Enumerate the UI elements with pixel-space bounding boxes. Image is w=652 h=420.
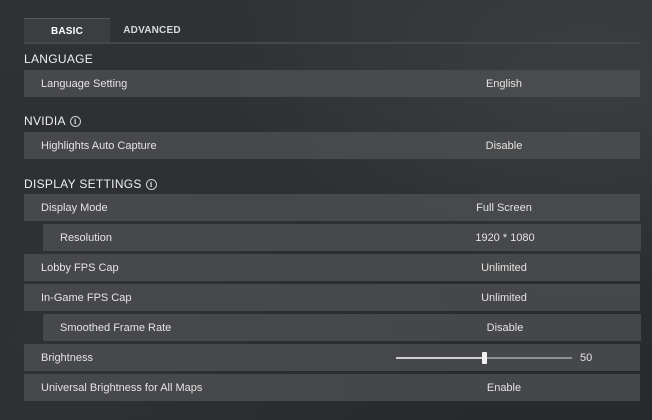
brightness-slider[interactable] bbox=[396, 352, 572, 364]
resolution-label: Resolution bbox=[60, 231, 112, 244]
resolution-value[interactable]: 1920 * 1080 bbox=[405, 232, 605, 244]
lobby-fps-cap-value[interactable]: Unlimited bbox=[404, 262, 604, 274]
in-game-fps-cap-value[interactable]: Unlimited bbox=[404, 292, 604, 304]
smoothed-frame-rate-label: Smoothed Frame Rate bbox=[60, 321, 172, 334]
row-universal-brightness[interactable]: Universal Brightness for All Maps Enable bbox=[24, 374, 640, 401]
in-game-fps-cap-label: In-Game FPS Cap bbox=[41, 291, 132, 304]
brightness-value: 50 bbox=[580, 351, 593, 364]
row-brightness: Brightness 50 bbox=[24, 344, 640, 371]
row-lobby-fps-cap[interactable]: Lobby FPS Cap Unlimited bbox=[24, 254, 640, 281]
nvidia-info-icon[interactable]: i bbox=[69, 115, 81, 127]
tab-bar: BASIC ADVANCED bbox=[0, 0, 652, 43]
universal-brightness-label: Universal Brightness for All Maps bbox=[41, 381, 203, 394]
section-title-nvidia: NVIDIA i bbox=[24, 114, 81, 128]
row-highlights-auto-capture[interactable]: Highlights Auto Capture Disable bbox=[24, 132, 640, 159]
display-mode-value[interactable]: Full Screen bbox=[404, 202, 604, 214]
brightness-label: Brightness bbox=[41, 351, 93, 364]
brightness-slider-fill bbox=[396, 357, 484, 359]
brightness-slider-thumb[interactable] bbox=[482, 352, 487, 364]
row-smoothed-frame-rate[interactable]: Smoothed Frame Rate Disable bbox=[42, 314, 641, 341]
highlights-auto-capture-label: Highlights Auto Capture bbox=[41, 139, 157, 152]
highlights-auto-capture-value[interactable]: Disable bbox=[404, 140, 604, 152]
section-title-display-text: DISPLAY SETTINGS bbox=[24, 177, 142, 191]
display-mode-label: Display Mode bbox=[41, 201, 108, 214]
tab-divider bbox=[24, 42, 640, 44]
row-resolution[interactable]: Resolution 1920 * 1080 bbox=[42, 224, 641, 251]
row-display-mode[interactable]: Display Mode Full Screen bbox=[24, 194, 640, 221]
section-title-language-text: LANGUAGE bbox=[24, 52, 94, 66]
language-setting-value[interactable]: English bbox=[404, 78, 604, 90]
row-in-game-fps-cap[interactable]: In-Game FPS Cap Unlimited bbox=[24, 284, 640, 311]
tab-advanced[interactable]: ADVANCED bbox=[110, 18, 194, 42]
row-language-setting[interactable]: Language Setting English bbox=[24, 70, 640, 97]
display-settings-info-icon[interactable]: i bbox=[145, 178, 157, 190]
lobby-fps-cap-label: Lobby FPS Cap bbox=[41, 261, 119, 274]
smoothed-frame-rate-value[interactable]: Disable bbox=[405, 322, 605, 334]
section-title-language: LANGUAGE bbox=[24, 52, 93, 66]
section-title-nvidia-text: NVIDIA bbox=[24, 114, 66, 128]
tab-basic[interactable]: BASIC bbox=[24, 18, 110, 43]
section-title-display-settings: DISPLAY SETTINGS i bbox=[24, 177, 157, 191]
language-setting-label: Language Setting bbox=[41, 77, 128, 90]
universal-brightness-value[interactable]: Enable bbox=[404, 382, 604, 394]
